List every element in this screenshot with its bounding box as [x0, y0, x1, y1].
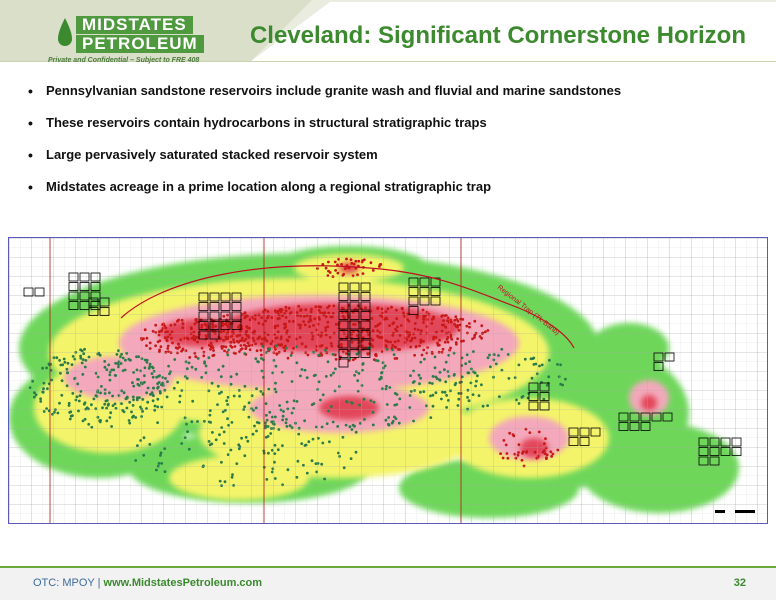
logo-text-midstates: MIDSTATES — [76, 16, 193, 34]
footer-separator: | — [94, 577, 104, 589]
section-grid — [9, 238, 767, 523]
footer-contact: OTC: MPOY | www.MidstatesPetroleum.com — [33, 577, 262, 589]
reservoir-map: Regional Trap (Tk-Bahb) — [8, 237, 768, 524]
bullet-item: These reservoirs contain hydrocarbons in… — [28, 112, 621, 144]
footer-bar: OTC: MPOY | www.MidstatesPetroleum.com 3… — [0, 566, 776, 600]
bullet-item: Midstates acreage in a prime location al… — [28, 176, 621, 208]
bullet-item: Pennsylvanian sandstone reservoirs inclu… — [28, 80, 621, 112]
page-title: Cleveland: Significant Cornerstone Horiz… — [249, 22, 746, 49]
oil-drop-icon — [58, 18, 72, 46]
scale-bar — [715, 510, 755, 513]
reservoir-map-svg: Regional Trap (Tk-Bahb) — [9, 238, 767, 523]
bullet-item: Large pervasively saturated stacked rese… — [28, 144, 621, 176]
footer-ticker: OTC: MPOY — [33, 577, 95, 589]
confidential-notice: Private and Confidential – Subject to FR… — [48, 57, 200, 64]
logo-text-petroleum: PETROLEUM — [76, 35, 204, 53]
footer-website-link[interactable]: www.MidstatesPetroleum.com — [104, 577, 263, 589]
bullet-list: Pennsylvanian sandstone reservoirs inclu… — [28, 80, 621, 208]
page-number: 32 — [733, 577, 746, 589]
company-logo: MIDSTATES PETROLEUM — [56, 14, 204, 54]
